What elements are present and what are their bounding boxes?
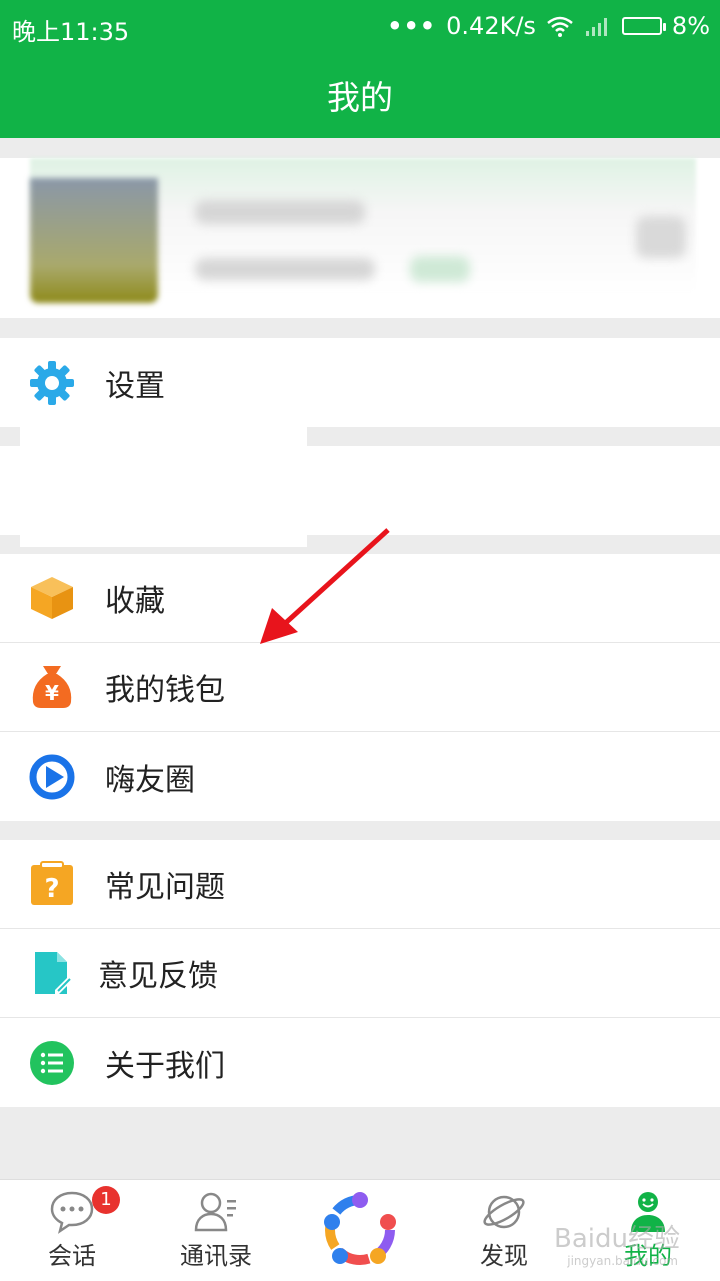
money-bag-icon: ¥ (28, 663, 76, 711)
tab-center-app[interactable] (300, 1180, 420, 1281)
profile-tag-blurred (410, 256, 470, 282)
network-speed: 0.42K/s (446, 12, 536, 40)
profile-info-blurred (195, 258, 375, 280)
menu-section-2: ? 常见问题 意见反馈 关于我们 (0, 840, 720, 1107)
box-icon (28, 574, 76, 622)
wallet-label: 我的钱包 (105, 673, 225, 708)
battery-icon (621, 17, 666, 35)
status-bar: 晚上11:35 ••• 0.42K/s 8% (0, 0, 720, 52)
list-circle-icon (28, 1039, 76, 1087)
moments-row[interactable]: 嗨友圈 (0, 732, 720, 821)
annotation-arrow (260, 528, 390, 644)
status-right: ••• 0.42K/s 8% (387, 10, 710, 42)
svg-text:?: ? (44, 874, 59, 904)
about-row[interactable]: 关于我们 (0, 1018, 720, 1107)
tab-discover-label: 发现 (480, 1242, 528, 1270)
page-header: 我的 (0, 52, 720, 138)
profile-name-blurred (195, 200, 365, 224)
tab-chat-label: 会话 (48, 1242, 96, 1270)
tab-contacts-label: 通讯录 (180, 1242, 252, 1270)
tab-discover[interactable]: 发现 (444, 1180, 564, 1281)
feedback-row[interactable]: 意见反馈 (0, 929, 720, 1018)
page-title: 我的 (327, 78, 393, 117)
watermark: Baidu经验 (554, 1224, 680, 1254)
moments-label: 嗨友圈 (105, 762, 195, 798)
settings-label: 设置 (105, 368, 165, 404)
question-clipboard-icon: ? (28, 860, 76, 908)
battery-level: 8% (671, 12, 710, 40)
chat-bubble-icon (49, 1190, 95, 1238)
profile-card[interactable] (0, 158, 720, 318)
gear-icon (28, 359, 76, 407)
circle-play-icon (28, 753, 76, 801)
unread-badge: 1 (92, 1186, 120, 1214)
tab-chat[interactable]: 1 会话 (12, 1180, 132, 1281)
signal-icon (585, 18, 607, 36)
colorful-ring-icon (318, 1188, 402, 1276)
status-dots: ••• (387, 12, 437, 40)
wifi-icon (547, 16, 573, 37)
feedback-file-icon (28, 949, 76, 997)
watermark-sub: jingyan.baidu.com (567, 1254, 678, 1268)
wallet-row[interactable]: ¥ 我的钱包 (0, 643, 720, 732)
about-label: 关于我们 (105, 1048, 225, 1084)
profile-arrow-blurred (636, 216, 686, 258)
faq-label: 常见问题 (105, 870, 225, 905)
feedback-label: 意见反馈 (98, 959, 218, 994)
status-time: 晚上11:35 (12, 18, 130, 46)
avatar (30, 178, 158, 303)
faq-row[interactable]: ? 常见问题 (0, 840, 720, 929)
settings-row[interactable]: 设置 (0, 338, 720, 427)
settings-section: 设置 (0, 338, 720, 427)
planet-icon (481, 1190, 527, 1238)
favorites-label: 收藏 (105, 584, 165, 619)
svg-text:¥: ¥ (45, 681, 59, 705)
tab-contacts[interactable]: 通讯录 (156, 1180, 276, 1281)
contacts-icon (193, 1190, 239, 1238)
